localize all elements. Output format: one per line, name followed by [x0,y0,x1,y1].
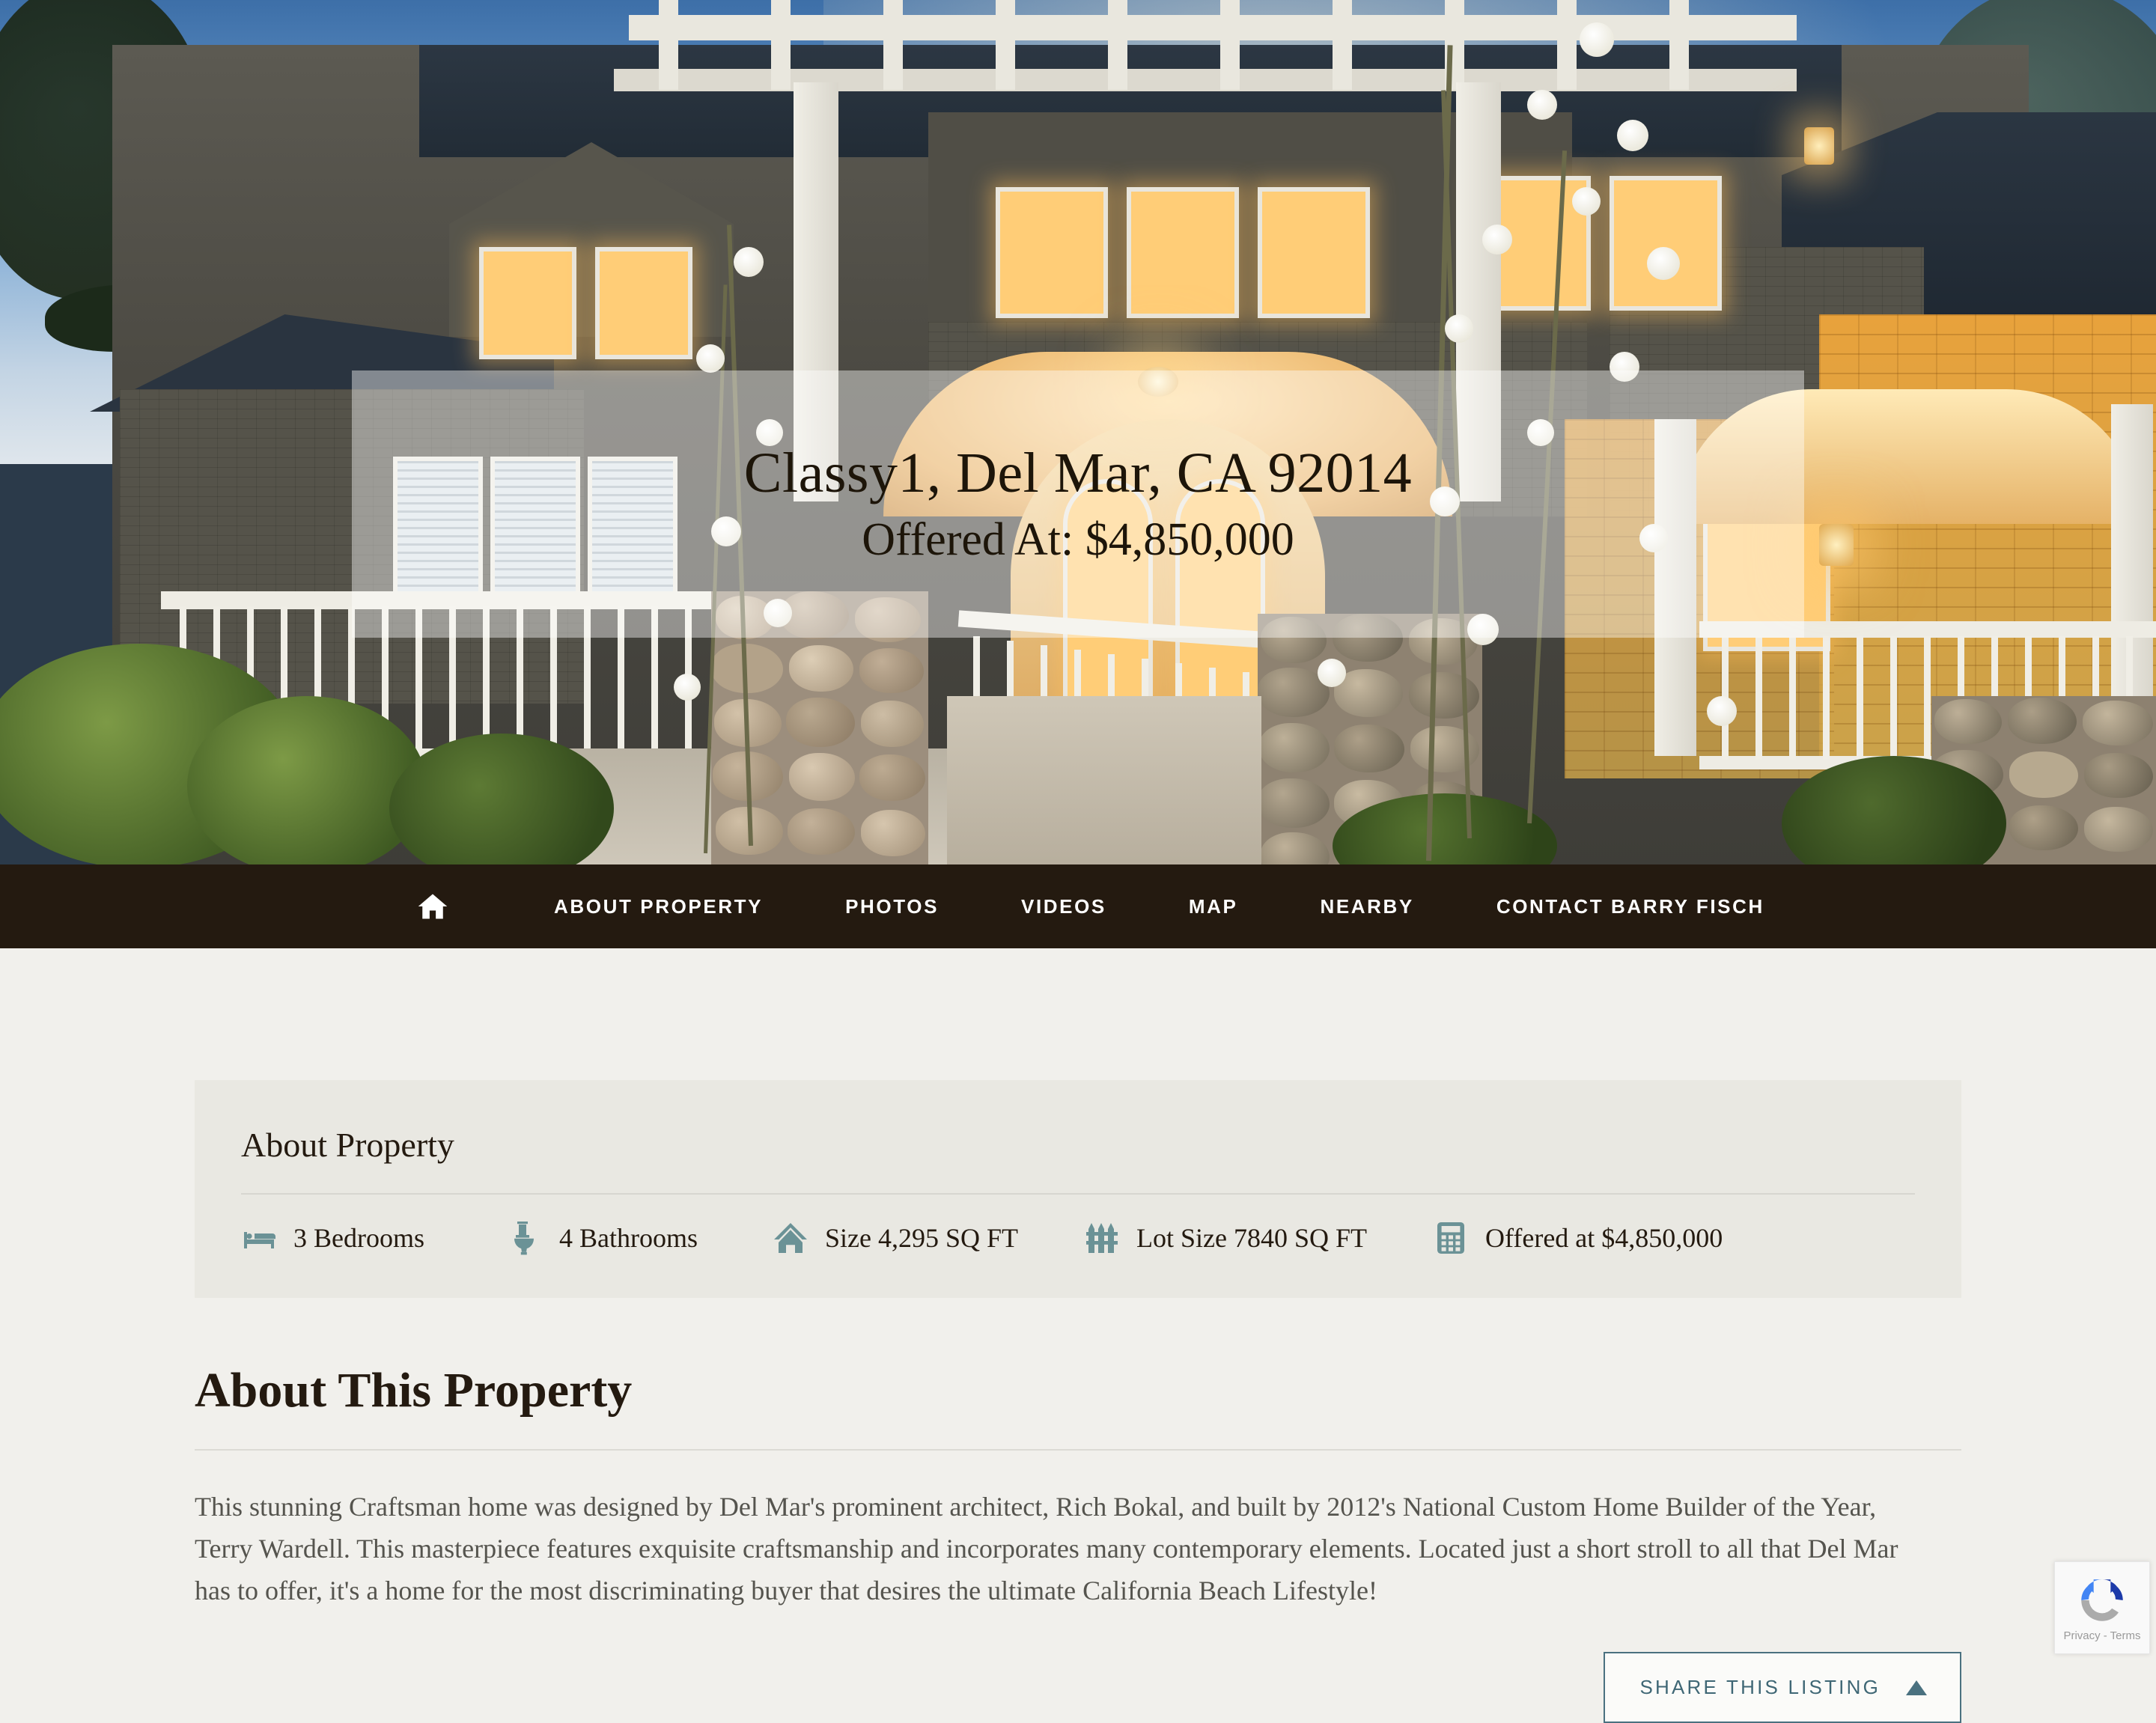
porch-light [1804,127,1834,165]
recaptcha-icon [2081,1579,2123,1621]
property-description: This stunning Craftsman home was designe… [195,1492,1898,1605]
feature-offered-at-label: Offered at $4,850,000 [1485,1223,1723,1253]
window [595,247,692,359]
nav-item-contact-barry-fisch[interactable]: CONTACT BARRY FISCH [1496,895,1764,918]
pergola-beam [629,15,1797,40]
feature-size: Size 4,295 SQ FT [773,1220,1018,1256]
hedge [187,696,427,864]
home-icon[interactable] [410,885,455,927]
share-this-listing-label: SHARE THIS LISTING [1639,1676,1881,1699]
bed-icon [241,1220,277,1256]
hero-banner: Classy1, Del Mar, CA 92014 Offered At: $… [0,0,2156,864]
pergola-rafter [1108,0,1127,90]
porch-light [1819,524,1854,566]
page-title: About This Property [195,1363,633,1418]
pergola-rafter [771,0,791,90]
nav-item-about-property[interactable]: ABOUT PROPERTY [554,895,763,918]
feature-size-label: Size 4,295 SQ FT [825,1223,1019,1253]
share-this-listing-button[interactable]: SHARE THIS LISTING [1604,1652,1961,1723]
fence-icon [1084,1220,1120,1256]
hero-price: Offered At: $4,850,000 [862,514,1294,566]
triangle-up-icon [1906,1680,1927,1695]
house-icon [773,1220,808,1256]
feature-offered-at: Offered at $4,850,000 [1433,1220,1723,1256]
feature-bedrooms: 3 Bedrooms [241,1220,424,1256]
panel-divider [241,1193,1915,1195]
feature-lot-size: Lot Size 7840 SQ FT [1084,1220,1367,1256]
content-wrapper: About Property 3 Bedrooms 4 Bathrooms Si… [195,1080,1961,1723]
pergola-rafter [1333,0,1352,90]
pergola-rafter [1669,0,1689,90]
nav-list: ABOUT PROPERTY PHOTOS VIDEOS MAP NEARBY … [554,895,1764,918]
nav-item-photos[interactable]: PHOTOS [845,895,939,918]
pergola-rafter [996,0,1015,90]
nav-item-videos[interactable]: VIDEOS [1021,895,1106,918]
window [1258,187,1370,318]
feature-lot-size-label: Lot Size 7840 SQ FT [1136,1223,1368,1253]
feature-bathrooms: 4 Bathrooms [507,1220,698,1256]
pergola-rafter [1220,0,1240,90]
window [1127,187,1239,318]
calculator-icon [1433,1220,1469,1256]
hero-title: Classy1, Del Mar, CA 92014 [743,442,1413,505]
window [1610,176,1722,311]
property-features: 3 Bedrooms 4 Bathrooms Size 4,295 SQ FT [241,1220,1915,1256]
toilet-icon [507,1220,543,1256]
pergola-rafter [1557,0,1577,90]
pergola-beam [614,69,1797,91]
window [996,187,1108,318]
recaptcha-privacy-terms[interactable]: Privacy - Terms [2063,1629,2140,1642]
section-divider [195,1449,1961,1451]
window [479,247,576,359]
pergola-rafter [883,0,903,90]
entry-steps [947,696,1261,864]
nav-item-map[interactable]: MAP [1189,895,1238,918]
pergola-rafter [659,0,678,90]
about-property-panel: About Property 3 Bedrooms 4 Bathrooms Si… [195,1080,1961,1298]
about-property-panel-title: About Property [241,1126,454,1164]
page-content: About Property 3 Bedrooms 4 Bathrooms Si… [0,948,2156,1723]
feature-bathrooms-label: 4 Bathrooms [559,1223,698,1253]
feature-bedrooms-label: 3 Bedrooms [293,1223,424,1253]
share-row: SHARE THIS LISTING [195,1652,1961,1723]
nav-item-nearby[interactable]: NEARBY [1320,895,1413,918]
recaptcha-badge[interactable]: Privacy - Terms [2054,1561,2150,1654]
main-navigation[interactable]: ABOUT PROPERTY PHOTOS VIDEOS MAP NEARBY … [0,864,2156,948]
hero-title-overlay: Classy1, Del Mar, CA 92014 Offered At: $… [352,370,1804,638]
